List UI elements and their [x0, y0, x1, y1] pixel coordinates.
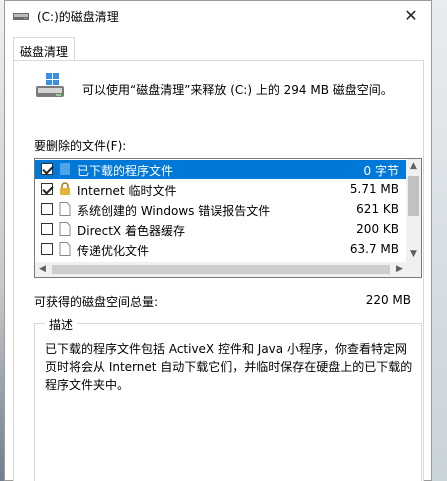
horizontal-scrollbar[interactable]: ◀ ▶ — [35, 262, 407, 277]
list-item-delivery-optimization[interactable]: 传递优化文件 63.7 MB — [35, 240, 407, 260]
file-name: DirectX 着色器缓存 — [77, 224, 185, 238]
close-button[interactable]: ✕ — [401, 6, 421, 26]
title-bar[interactable]: (C:)的磁盘清理 ✕ — [5, 1, 431, 32]
disk-cleanup-app-icon — [13, 13, 29, 20]
vertical-scroll-thumb[interactable] — [408, 176, 419, 216]
file-icon — [59, 222, 71, 236]
horizontal-scroll-thumb[interactable] — [52, 265, 390, 274]
description-group: 描述 已下载的程序文件包括 ActiveX 控件和 Java 小程序，你查看特定… — [34, 316, 422, 481]
scrollbar-corner — [406, 262, 421, 277]
folder-icon — [60, 163, 70, 175]
checkbox-error-reports[interactable] — [41, 203, 53, 215]
file-size: 0 字节 — [363, 164, 399, 178]
tab-panel: 可以使用“磁盘清理”来释放 (C:) 上的 294 MB 磁盘空间。 要删除的文… — [13, 60, 424, 481]
list-item-internet-temp-files[interactable]: Internet 临时文件 5.71 MB — [35, 180, 407, 199]
file-name: 已下载的程序文件 — [77, 164, 174, 178]
space-gain-label: 可获得的磁盘空间总量: — [34, 295, 159, 309]
disk-cleanup-window: (C:)的磁盘清理 ✕ 磁盘清理 可以使用“磁盘清理”来释放 (C:) 上的 2… — [4, 0, 432, 481]
scroll-right-icon[interactable]: ▶ — [392, 262, 407, 277]
checkbox-internet-temp-files[interactable] — [41, 183, 53, 195]
files-to-delete-label: 要删除的文件(F): — [34, 139, 127, 153]
lock-icon — [60, 182, 70, 195]
file-icon — [59, 242, 71, 256]
scroll-up-icon[interactable]: ▲ — [406, 159, 421, 174]
file-size: 5.71 MB — [349, 182, 399, 196]
checkbox-downloaded-program-files[interactable] — [41, 163, 53, 175]
description-title: 描述 — [45, 316, 78, 333]
checkbox-directx-shader-cache[interactable] — [41, 223, 53, 235]
scroll-down-icon[interactable]: ▼ — [406, 247, 421, 262]
file-name: Internet 临时文件 — [77, 184, 177, 198]
space-gain-value: 220 MB — [365, 293, 411, 307]
tab-disk-cleanup[interactable]: 磁盘清理 — [13, 37, 75, 61]
file-name: 系统创建的 Windows 错误报告文件 — [77, 204, 271, 218]
description-text: 已下载的程序文件包括 ActiveX 控件和 Java 小程序，你查看特定网页时… — [45, 342, 413, 392]
file-size: 63.7 MB — [349, 242, 399, 256]
list-item-directx-shader-cache[interactable]: DirectX 着色器缓存 200 KB — [35, 220, 407, 239]
disk-cleanup-icon — [36, 73, 64, 97]
file-size: 200 KB — [356, 222, 399, 236]
file-icon — [59, 202, 71, 216]
window-title: (C:)的磁盘清理 — [37, 10, 119, 24]
checkbox-delivery-optimization[interactable] — [41, 243, 53, 255]
intro-text: 可以使用“磁盘清理”来释放 (C:) 上的 294 MB 磁盘空间。 — [82, 83, 393, 97]
file-name: 传递优化文件 — [77, 244, 150, 258]
desktop-background-right — [430, 0, 447, 481]
files-list[interactable]: 已下载的程序文件 0 字节 Internet 临时文件 5.71 MB 系统创建… — [34, 158, 422, 278]
file-size: 621 KB — [356, 202, 399, 216]
scroll-left-icon[interactable]: ◀ — [35, 262, 50, 277]
vertical-scrollbar[interactable]: ▲ ▼ — [406, 159, 421, 262]
list-item-downloaded-program-files[interactable]: 已下载的程序文件 0 字节 — [35, 160, 407, 179]
list-item-error-reports[interactable]: 系统创建的 Windows 错误报告文件 621 KB — [35, 200, 407, 219]
